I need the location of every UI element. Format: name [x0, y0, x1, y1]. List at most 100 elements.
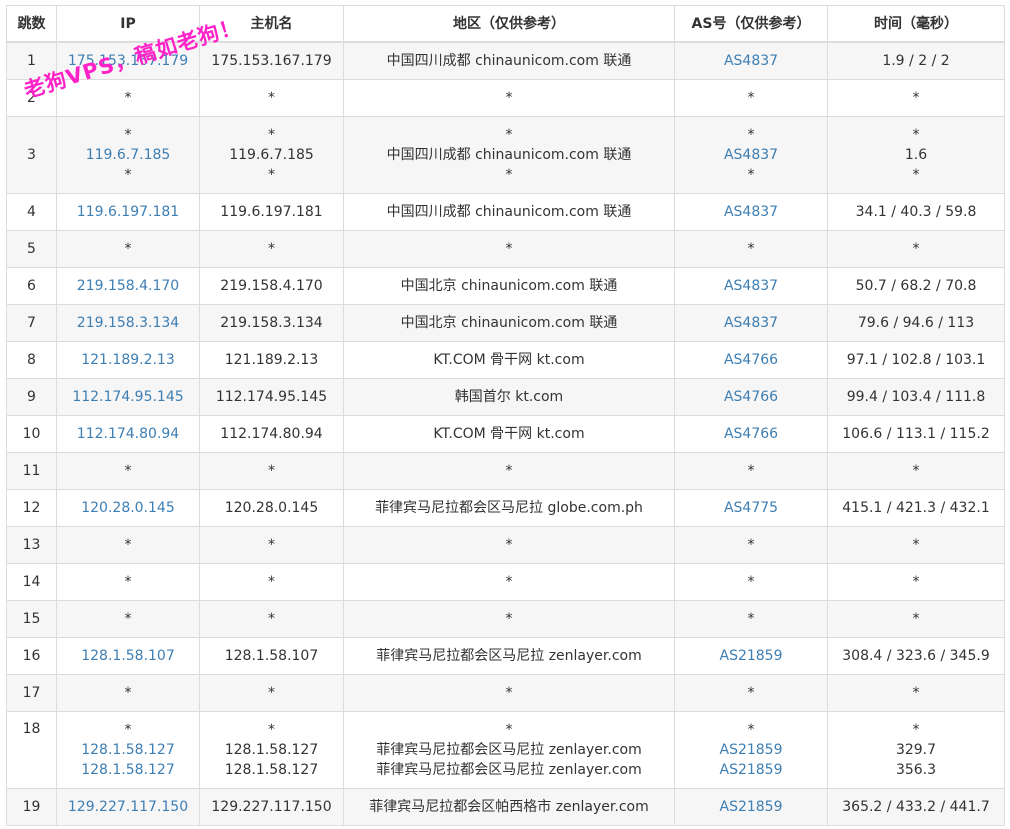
- table-row: 16 128.1.58.107 128.1.58.107 菲律宾马尼拉都会区马尼拉 z…: [6, 636, 1005, 675]
- region-text: *: [505, 166, 513, 183]
- as-number-cell: *: [674, 599, 828, 638]
- as-number-cell: *: [674, 562, 828, 601]
- table-row: 14 * * * * *: [6, 562, 1005, 601]
- ip-link[interactable]: 120.28.0.145: [61, 498, 195, 518]
- hostname-cell: 112.174.80.94: [199, 414, 344, 453]
- table-row: 9 112.174.95.145 112.174.95.145 韩国首尔 kt.com…: [6, 377, 1005, 416]
- ip-text: *: [124, 684, 132, 701]
- time-text: 106.6 / 113.1 / 115.2: [842, 425, 990, 442]
- as-number-link[interactable]: AS4837: [679, 145, 823, 165]
- region-text: *: [505, 684, 513, 701]
- header-hostname: 主机名: [199, 5, 344, 43]
- as-number-link[interactable]: AS4775: [679, 498, 823, 518]
- as-number-cell: AS4766: [674, 340, 828, 379]
- ip-cell: *: [56, 78, 200, 117]
- table-row: 15 * * * * *: [6, 599, 1005, 638]
- traceroute-rows: 1 175.153.167.179 175.153.167.179 中国四川成都 ch…: [6, 41, 1005, 826]
- region-cell: 菲律宾马尼拉都会区帕西格市 zenlayer.com: [343, 787, 675, 826]
- as-number-link[interactable]: AS21859: [679, 760, 823, 780]
- time-cell: 1.9 / 2 / 2: [827, 41, 1005, 80]
- region-text: KT.COM 骨干网 kt.com: [433, 425, 585, 442]
- ip-cell: * 119.6.7.185 *: [56, 115, 200, 194]
- hop-number-cell: 13: [6, 525, 57, 564]
- time-cell: *: [827, 673, 1005, 712]
- region-cell: 菲律宾马尼拉都会区马尼拉 zenlayer.com: [343, 636, 675, 675]
- as-number-link[interactable]: AS4837: [679, 51, 823, 71]
- as-number-link[interactable]: AS4766: [679, 387, 823, 407]
- ip-link[interactable]: 112.174.95.145: [61, 387, 195, 407]
- ip-link[interactable]: 219.158.3.134: [61, 313, 195, 333]
- ip-link[interactable]: 119.6.7.185: [61, 145, 195, 165]
- hostname-text: 175.153.167.179: [211, 52, 332, 69]
- hop-number-cell: 1: [6, 41, 57, 80]
- as-number-link[interactable]: AS4766: [679, 350, 823, 370]
- as-number-cell: *: [674, 525, 828, 564]
- as-number-text: *: [747, 610, 755, 627]
- as-number-link[interactable]: AS21859: [679, 797, 823, 817]
- ip-text: *: [124, 536, 132, 553]
- hostname-text: *: [268, 610, 275, 627]
- ip-cell: 219.158.3.134: [56, 303, 200, 342]
- region-cell: 中国北京 chinaunicom.com 联通: [343, 266, 675, 305]
- hostname-text: 112.174.80.94: [220, 425, 323, 442]
- as-number-cell: AS21859: [674, 636, 828, 675]
- ip-link[interactable]: 128.1.58.127: [61, 760, 195, 780]
- as-number-link[interactable]: AS21859: [679, 740, 823, 760]
- time-text: 329.7: [895, 741, 937, 758]
- hop-number-cell: 4: [6, 192, 57, 231]
- region-cell: *: [343, 673, 675, 712]
- as-number-cell: *: [674, 229, 828, 268]
- as-number-cell: *: [674, 451, 828, 490]
- region-text: 韩国首尔 kt.com: [454, 388, 564, 405]
- as-number-cell: *: [674, 673, 828, 712]
- hop-number-cell: 5: [6, 229, 57, 268]
- hop-number-cell: 12: [6, 488, 57, 527]
- region-cell: *: [343, 229, 675, 268]
- ip-link[interactable]: 128.1.58.127: [61, 740, 195, 760]
- ip-link[interactable]: 219.158.4.170: [61, 276, 195, 296]
- hop-number-cell: 15: [6, 599, 57, 638]
- table-row: 19 129.227.117.150 129.227.117.150 菲律宾马尼拉都会…: [6, 787, 1005, 826]
- table-row: 2 * * * * *: [6, 78, 1005, 117]
- hostname-cell: 112.174.95.145: [199, 377, 344, 416]
- as-number-cell: AS4837: [674, 266, 828, 305]
- time-text: 97.1 / 102.8 / 103.1: [846, 351, 986, 368]
- time-text: *: [912, 721, 920, 738]
- time-text: 365.2 / 433.2 / 441.7: [842, 798, 990, 815]
- hop-number-cell: 3: [6, 115, 57, 194]
- hostname-cell: 129.227.117.150: [199, 787, 344, 826]
- table-row: 12 120.28.0.145 120.28.0.145 菲律宾马尼拉都会区马尼拉 g…: [6, 488, 1005, 527]
- as-number-cell: AS4766: [674, 377, 828, 416]
- as-number-link[interactable]: AS4837: [679, 276, 823, 296]
- ip-text: *: [124, 166, 132, 183]
- as-number-link[interactable]: AS21859: [679, 646, 823, 666]
- ip-cell: *: [56, 451, 200, 490]
- region-text: 菲律宾马尼拉都会区马尼拉 zenlayer.com: [376, 741, 642, 758]
- ip-link[interactable]: 121.189.2.13: [61, 350, 195, 370]
- region-text: 中国北京 chinaunicom.com 联通: [400, 277, 618, 294]
- time-text: *: [912, 240, 920, 257]
- region-text: *: [505, 536, 513, 553]
- ip-link[interactable]: 128.1.58.107: [61, 646, 195, 666]
- table-row: 1 175.153.167.179 175.153.167.179 中国四川成都 ch…: [6, 41, 1005, 80]
- as-number-link[interactable]: AS4837: [679, 313, 823, 333]
- ip-link[interactable]: 112.174.80.94: [61, 424, 195, 444]
- time-cell: 106.6 / 113.1 / 115.2: [827, 414, 1005, 453]
- region-cell: 菲律宾马尼拉都会区马尼拉 globe.com.ph: [343, 488, 675, 527]
- ip-link[interactable]: 129.227.117.150: [61, 797, 195, 817]
- ip-link[interactable]: 175.153.167.179: [61, 51, 195, 71]
- time-text: 356.3: [895, 761, 937, 778]
- hostname-text: 128.1.58.107: [224, 647, 319, 664]
- as-number-link[interactable]: AS4766: [679, 424, 823, 444]
- ip-cell: 128.1.58.107: [56, 636, 200, 675]
- hostname-cell: *: [199, 562, 344, 601]
- ip-link[interactable]: 119.6.197.181: [61, 202, 195, 222]
- time-cell: 34.1 / 40.3 / 59.8: [827, 192, 1005, 231]
- time-text: 1.9 / 2 / 2: [882, 52, 950, 69]
- ip-cell: * 128.1.58.127 128.1.58.127: [56, 710, 200, 789]
- region-cell: * 中国四川成都 chinaunicom.com 联通 *: [343, 115, 675, 194]
- table-row: 18 * 128.1.58.127 128.1.58.127 * 128.1.58.127…: [6, 710, 1005, 789]
- ip-cell: *: [56, 229, 200, 268]
- as-number-link[interactable]: AS4837: [679, 202, 823, 222]
- hostname-text: 119.6.197.181: [220, 203, 323, 220]
